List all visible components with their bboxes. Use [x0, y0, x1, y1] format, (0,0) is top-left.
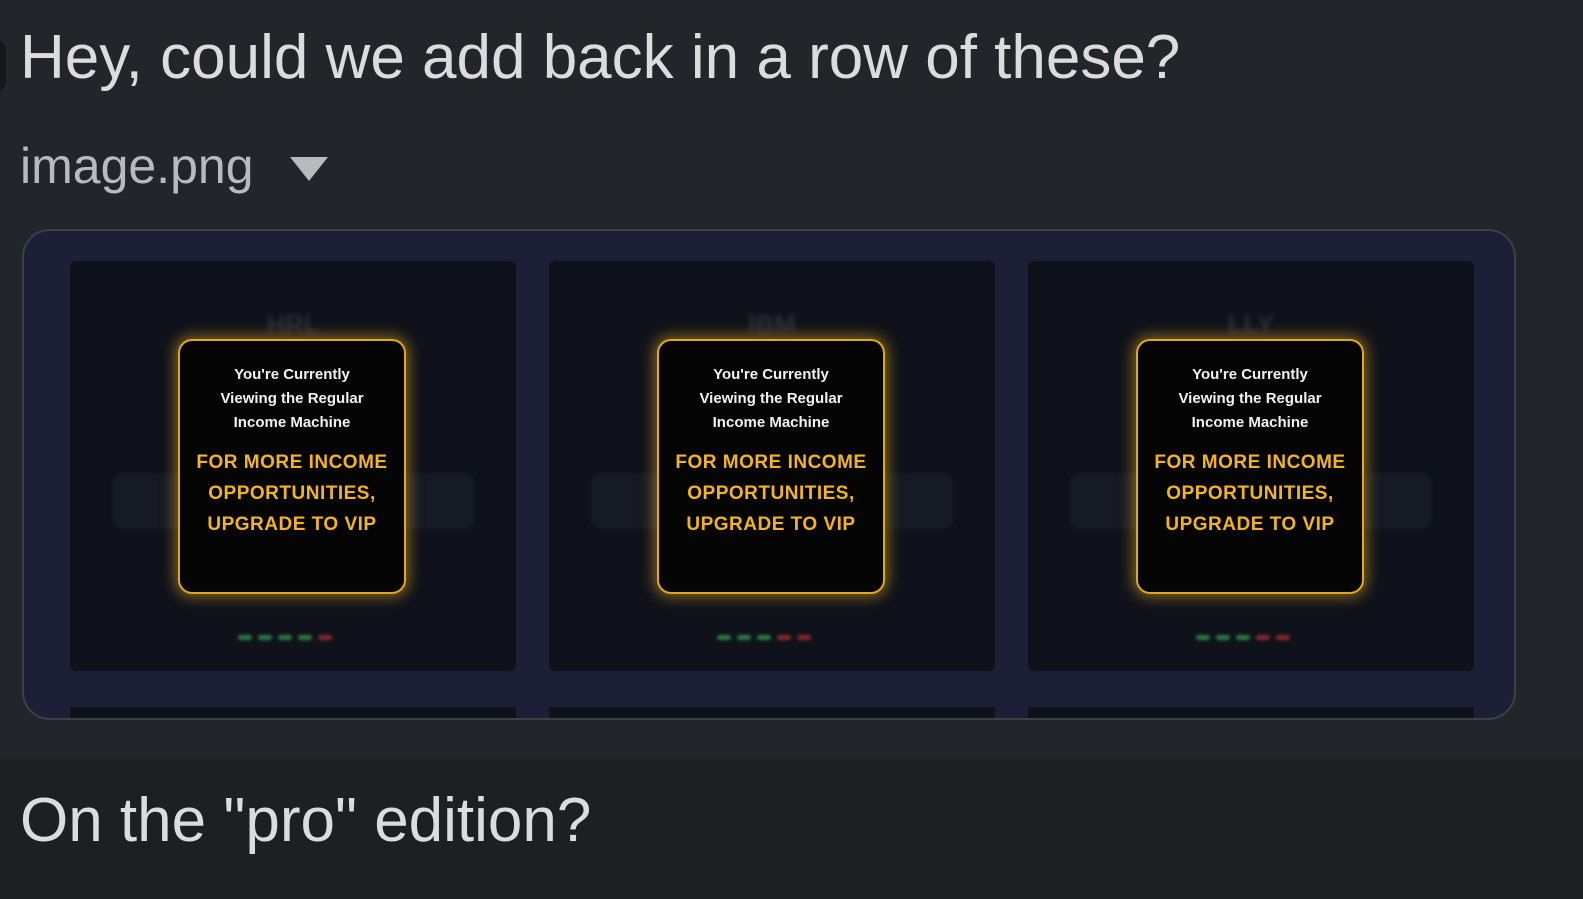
- rating-dots: [238, 635, 332, 640]
- card-upgrade-text: FOR MORE INCOME OPPORTUNITIES, UPGRADE T…: [196, 452, 388, 535]
- rating-dot: [797, 635, 811, 640]
- message-text: On the "pro" edition?: [20, 786, 592, 855]
- stock-panel: HRL You're Currently Viewing the Regular…: [70, 261, 516, 671]
- next-row-panel: [1028, 707, 1474, 718]
- message-text: Hey, could we add back in a row of these…: [20, 23, 1181, 92]
- next-row-panel: [549, 707, 995, 718]
- card-upgrade-text: FOR MORE INCOME OPPORTUNITIES, UPGRADE T…: [1154, 452, 1346, 535]
- next-row-panel: [70, 707, 516, 718]
- upgrade-card: You're Currently Viewing the Regular Inc…: [178, 339, 406, 594]
- rating-dots: [1196, 635, 1290, 640]
- rating-dot: [1256, 635, 1270, 640]
- rating-dots: [717, 635, 811, 640]
- rating-dot: [238, 635, 252, 640]
- rating-dot: [1196, 635, 1210, 640]
- rating-dot: [1276, 635, 1290, 640]
- message[interactable]: On the "pro" edition?: [0, 759, 1583, 899]
- image-attachment-preview[interactable]: HRL You're Currently Viewing the Regular…: [22, 229, 1516, 720]
- rating-dot: [777, 635, 791, 640]
- card-intro-text: You're Currently Viewing the Regular Inc…: [1178, 366, 1322, 431]
- rating-dot: [298, 635, 312, 640]
- stock-panel: LLY You're Currently Viewing the Regular…: [1028, 261, 1474, 671]
- upgrade-card: You're Currently Viewing the Regular Inc…: [1136, 339, 1364, 594]
- caret-down-icon[interactable]: [289, 157, 328, 181]
- rating-dot: [1236, 635, 1250, 640]
- card-upgrade-text: FOR MORE INCOME OPPORTUNITIES, UPGRADE T…: [675, 452, 867, 535]
- card-intro-text: You're Currently Viewing the Regular Inc…: [220, 366, 364, 431]
- rating-dot: [737, 635, 751, 640]
- upgrade-card: You're Currently Viewing the Regular Inc…: [657, 339, 885, 594]
- stock-panel: IBM You're Currently Viewing the Regular…: [549, 261, 995, 671]
- attachment-header[interactable]: image.png: [20, 136, 328, 196]
- panel-ticker: IBM: [748, 309, 796, 339]
- avatar[interactable]: [0, 38, 6, 94]
- rating-dot: [717, 635, 731, 640]
- rating-dot: [1216, 635, 1230, 640]
- message-highlighted[interactable]: Hey, could we add back in a row of these…: [0, 0, 1583, 759]
- panel-ticker: LLY: [1227, 309, 1275, 339]
- rating-dot: [318, 635, 332, 640]
- rating-dot: [258, 635, 272, 640]
- rating-dot: [757, 635, 771, 640]
- card-intro-text: You're Currently Viewing the Regular Inc…: [699, 366, 843, 431]
- attachment-file-name[interactable]: image.png: [20, 136, 254, 196]
- rating-dot: [278, 635, 292, 640]
- panel-ticker: HRL: [266, 309, 320, 339]
